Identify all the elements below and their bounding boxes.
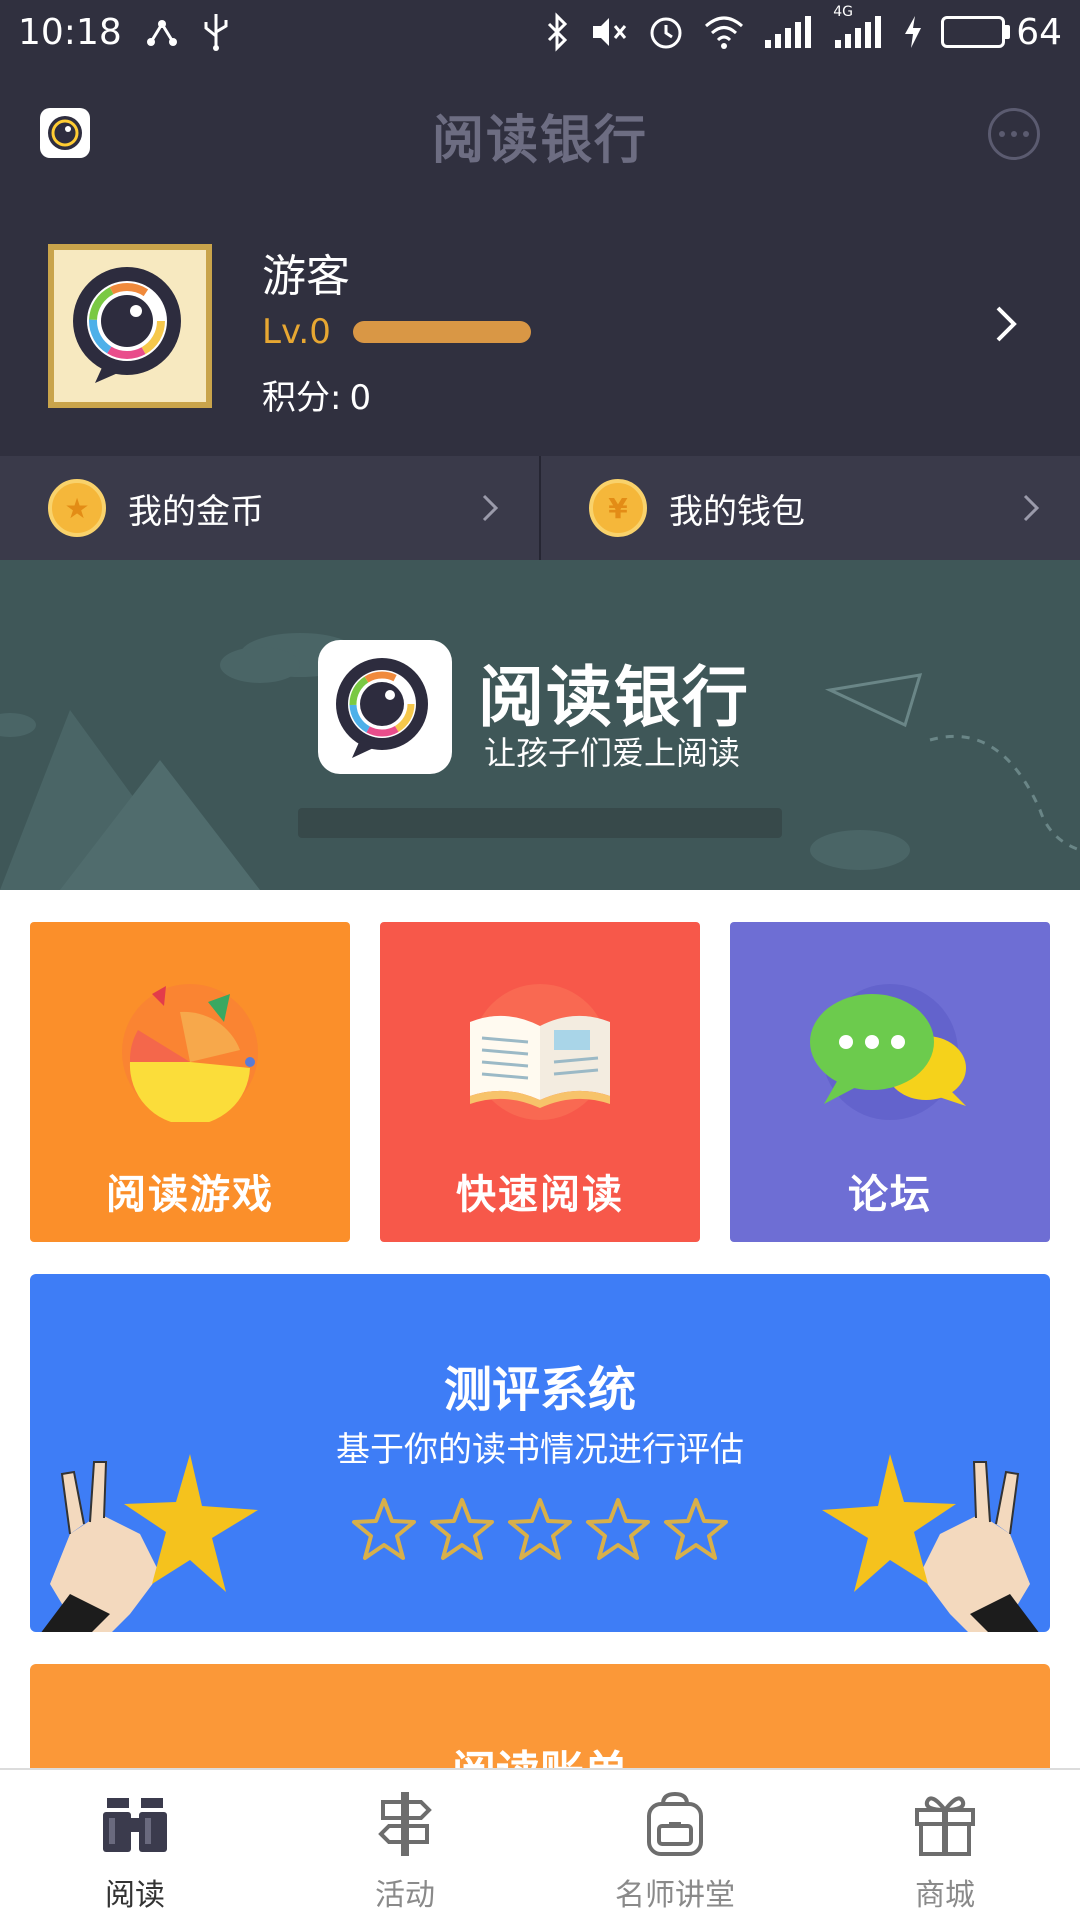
banner-title: 阅读银行 [478, 659, 750, 736]
mute-icon [589, 10, 629, 54]
tile-label: 快速阅读 [456, 1172, 624, 1218]
chat-bubbles-icon [810, 984, 966, 1120]
tile-reading-game[interactable]: 阅读游戏 [30, 922, 350, 1242]
level-label: Lv.0 [262, 312, 331, 352]
banner-subtitle: 让孩子们爱上阅读 [484, 734, 741, 772]
chevron-right-icon [482, 494, 499, 522]
tab-activities[interactable]: 活动 [270, 1770, 540, 1920]
pie-chart-game-icon [122, 984, 258, 1122]
my-coins-label: 我的金币 [128, 491, 264, 532]
tile-label: 阅读游戏 [106, 1172, 274, 1218]
tab-store[interactable]: 商城 [810, 1770, 1080, 1920]
backpack-icon [647, 1791, 703, 1856]
tile-label: 论坛 [848, 1172, 932, 1218]
tab-label: 商城 [915, 1878, 975, 1913]
username: 游客 [262, 251, 350, 302]
bluetooth-icon [543, 10, 571, 54]
tile-forum[interactable]: 论坛 [730, 922, 1050, 1242]
chevron-right-icon [1023, 494, 1040, 522]
avatar[interactable] [48, 244, 212, 408]
more-options-button[interactable] [988, 108, 1040, 160]
star-outline-icon [352, 1498, 416, 1560]
star-outline-icon [586, 1498, 650, 1560]
binoculars-icon [103, 1798, 167, 1852]
bottom-tab-bar: 阅读 活动 名师讲堂 商城 [0, 1768, 1080, 1920]
signal-icon [763, 10, 815, 54]
battery-indicator: 64 [941, 12, 1062, 53]
tab-reading[interactable]: 阅读 [0, 1770, 270, 1920]
points-value: 0 [349, 378, 372, 418]
battery-icon [941, 16, 1006, 48]
tab-label: 名师讲堂 [615, 1878, 735, 1913]
dot-icon [1011, 131, 1017, 137]
my-wallet-label: 我的钱包 [669, 491, 805, 532]
tab-label: 活动 [375, 1878, 435, 1913]
star-outline-icon [664, 1498, 728, 1560]
banner-shelf [298, 808, 782, 838]
share-icon [144, 10, 180, 54]
banner-logo-icon [318, 640, 452, 774]
open-book-icon [470, 984, 610, 1120]
page-title: 阅读银行 [431, 111, 648, 171]
alarm-icon [647, 10, 685, 54]
points-label: 积分: [262, 378, 342, 418]
tab-label: 阅读 [105, 1878, 165, 1913]
coin-icon: ★ [48, 479, 106, 537]
nav-bar: 阅读银行 [0, 64, 1080, 200]
profile-card[interactable]: 游客 Lv.0 积分: 0 [0, 200, 1080, 456]
dot-icon [1023, 131, 1029, 137]
usb-icon [202, 10, 230, 54]
signal-4g-icon: 4G [833, 4, 885, 54]
charging-icon [903, 10, 923, 54]
evaluation-system-card[interactable]: 测评系统 基于你的读书情况进行评估 [30, 1274, 1050, 1632]
status-time: 10:18 [18, 11, 122, 53]
evaluation-subtitle: 基于你的读书情况进行评估 [336, 1430, 744, 1470]
points: 积分: 0 [262, 370, 371, 419]
signpost-icon [378, 1792, 432, 1856]
level-progress-bar [352, 321, 531, 343]
tile-speed-reading[interactable]: 快速阅读 [380, 922, 700, 1242]
star-outline-icon [430, 1498, 494, 1560]
wifi-icon [703, 10, 745, 54]
level-row: Lv.0 [262, 312, 531, 352]
battery-percent: 64 [1016, 11, 1062, 53]
promo-banner[interactable]: 阅读银行 让孩子们爱上阅读 [0, 560, 1080, 890]
tab-master-classes[interactable]: 名师讲堂 [540, 1770, 810, 1920]
network-type: 4G [833, 4, 853, 20]
dot-icon [999, 131, 1005, 137]
my-coins-button[interactable]: ★ 我的金币 [0, 456, 539, 560]
star-outline-icon [508, 1498, 572, 1560]
my-wallet-button[interactable]: ¥ 我的钱包 [539, 456, 1080, 560]
chevron-right-icon[interactable] [982, 300, 1030, 348]
wallet-row: ★ 我的金币 ¥ 我的钱包 [0, 456, 1080, 560]
status-bar: 10:18 4G 64 [0, 0, 1080, 64]
evaluation-title: 测评系统 [443, 1362, 636, 1418]
yen-coin-icon: ¥ [589, 479, 647, 537]
gift-icon [915, 1796, 975, 1856]
screen: 10:18 4G 64 阅读银行 游客 Lv.0 积分: 0 ★ 我的金币 ¥ … [0, 0, 1080, 1920]
rating-stars [351, 1496, 729, 1562]
